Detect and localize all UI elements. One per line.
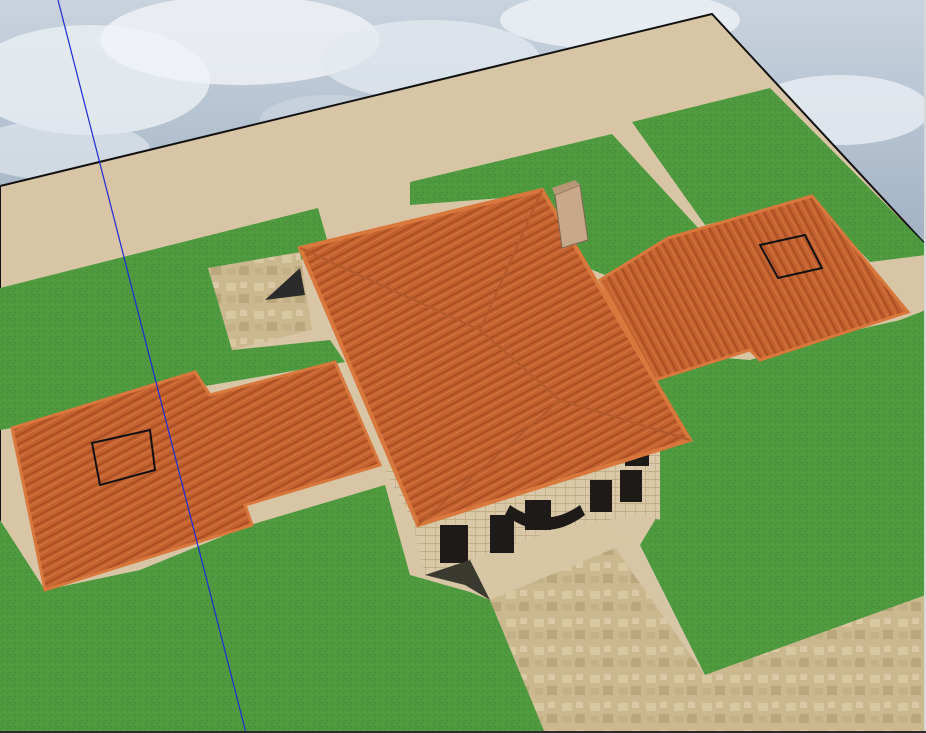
3d-model-viewport[interactable] [0,0,926,733]
scene-canvas[interactable] [0,0,926,733]
